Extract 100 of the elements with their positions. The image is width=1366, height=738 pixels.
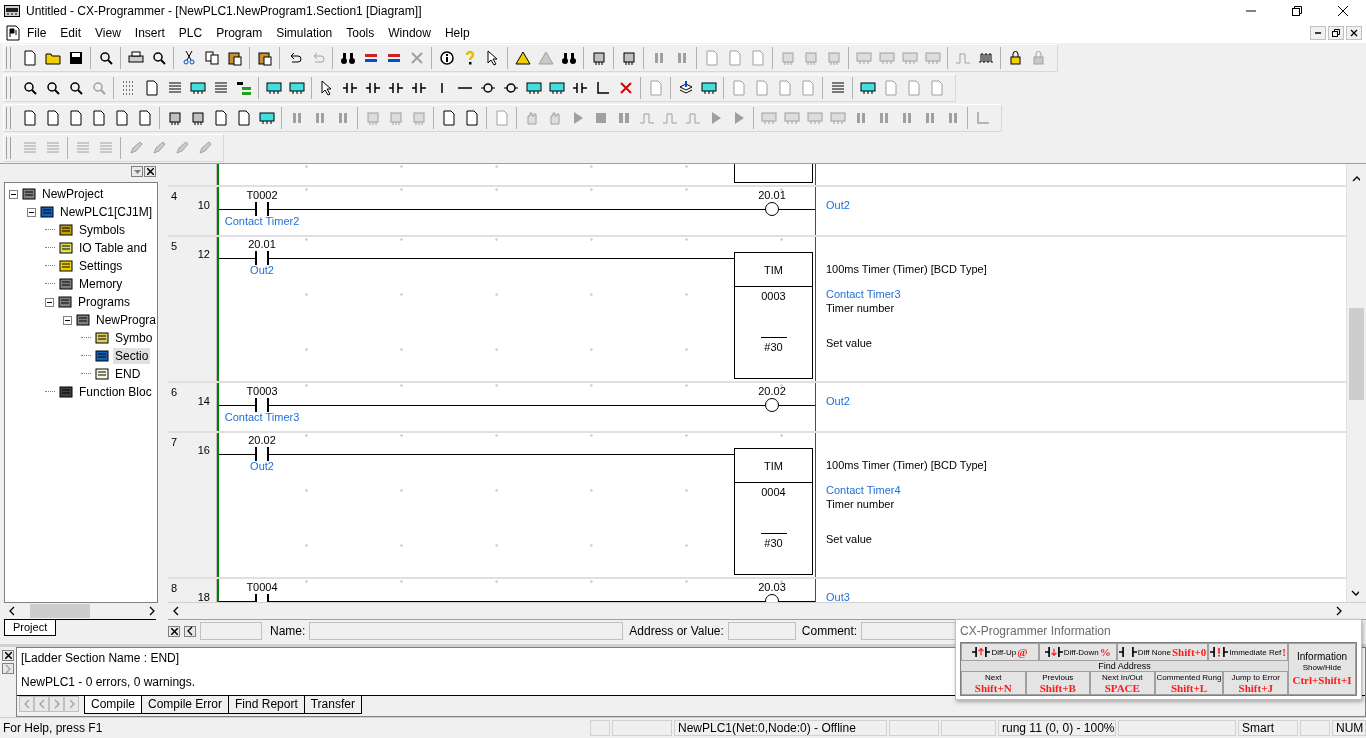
menu-item[interactable]: Simulation	[269, 23, 340, 42]
tab[interactable]: Project	[4, 620, 57, 636]
tree-node-icon	[39, 204, 55, 220]
shortcut-button[interactable]: Next In/Out SPACE	[1090, 671, 1155, 695]
tab[interactable]: Compile	[84, 696, 142, 714]
contact-icon	[1118, 646, 1137, 658]
menu-item[interactable]: Insert	[127, 23, 172, 42]
tree-item[interactable]: Settings	[77, 258, 125, 274]
chip-icon	[779, 50, 796, 66]
tab[interactable]: Find Report	[228, 696, 305, 714]
cross-icon	[617, 80, 634, 96]
shortcut-button[interactable]: Diff NoneShift+0	[1116, 643, 1209, 661]
address-field[interactable]	[727, 622, 796, 640]
chip-icon	[802, 50, 819, 66]
coil-symbol[interactable]	[765, 202, 779, 216]
status-pane	[889, 720, 939, 736]
page-icon	[440, 110, 457, 126]
coil-address: 20.03	[758, 581, 786, 593]
tree-item[interactable]: Memory	[77, 276, 125, 292]
coil-address: 20.02	[758, 385, 786, 397]
close-button[interactable]	[144, 166, 156, 177]
tree-item[interactable]: Sectio	[113, 348, 151, 364]
close-button[interactable]	[168, 625, 180, 637]
menu-item[interactable]: Tools	[339, 23, 382, 42]
set-value: #30	[763, 536, 784, 549]
tree-item[interactable]: NewProgra	[94, 312, 157, 328]
scrollbar-thumb[interactable]	[1349, 308, 1364, 400]
menu-item[interactable]: Program	[209, 23, 270, 42]
tree-item[interactable]: END	[113, 366, 143, 382]
timer-block[interactable]: TIM 0004 #30	[734, 448, 813, 575]
name-field[interactable]	[309, 622, 624, 640]
close-button[interactable]	[1346, 25, 1362, 40]
tree-item[interactable]: Symbols	[77, 222, 127, 238]
tree-item[interactable]: NewProject	[40, 186, 106, 202]
tab[interactable]: Compile Error	[141, 696, 230, 714]
close-button[interactable]	[2, 650, 14, 661]
menu-item[interactable]: Edit	[53, 23, 89, 42]
clip-icon	[256, 50, 273, 66]
menu-item[interactable]: File	[20, 23, 54, 42]
contact-icon	[571, 80, 588, 96]
rung-number: 7	[171, 436, 178, 448]
menu-item[interactable]: View	[88, 23, 128, 42]
chip-icon	[364, 110, 381, 126]
operand-comment: Contact Timer3	[826, 288, 901, 300]
rack-icon	[265, 80, 282, 96]
list-icon	[829, 80, 846, 96]
timer-block[interactable]: TIM 0003 #30	[734, 252, 813, 379]
shortcut-button[interactable]: Next Shift+N	[961, 671, 1026, 695]
tab[interactable]: Transfer	[303, 696, 362, 714]
shortcut-button[interactable]: Diff-Up@	[961, 643, 1039, 661]
menu-item[interactable]: Help	[437, 23, 477, 42]
minimize-icon	[1315, 31, 1321, 34]
collapse-toggle[interactable]	[45, 297, 54, 307]
coil-comment: Out2	[826, 199, 850, 211]
collapse-toggle[interactable]	[27, 207, 36, 217]
tree-node-icon	[75, 312, 91, 328]
operand-comment: Contact Timer4	[826, 484, 901, 496]
shortcut-button[interactable]: Previous Shift+B	[1025, 671, 1091, 695]
coil-comment: Out2	[826, 395, 850, 407]
page-icon	[90, 110, 107, 126]
scrollbar-thumb[interactable]	[30, 604, 90, 618]
page-icon	[21, 50, 38, 66]
contact-comment: Contact Timer2	[224, 215, 300, 227]
contact-icon	[1044, 646, 1063, 658]
info-button[interactable]: Information Show/Hide Ctrl+Shift+I	[1288, 643, 1356, 695]
scroll-left-button[interactable]	[184, 625, 196, 637]
contact-comment: Contact Timer3	[224, 411, 300, 423]
tree-item[interactable]: Symbo	[113, 330, 155, 346]
rung-number: 6	[171, 386, 178, 398]
tree-item[interactable]: IO Table and	[77, 240, 149, 256]
page-icon	[882, 80, 899, 96]
contact-address: 20.01	[248, 238, 276, 250]
input-field[interactable]	[200, 622, 262, 640]
minimize-button[interactable]	[1310, 25, 1326, 40]
collapse-toggle[interactable]	[63, 315, 72, 325]
shortcut-button[interactable]: Jump to Error Shift+J	[1223, 671, 1288, 695]
tree-item[interactable]: Function Bloc	[77, 384, 154, 400]
shortcut-button[interactable]: Diff-Down%	[1038, 643, 1117, 661]
shortcut-button[interactable]: Commented Rung Shift+L	[1154, 671, 1224, 695]
restore-button[interactable]	[1328, 25, 1344, 40]
step-icon	[661, 110, 678, 126]
operand-label: Timer number	[826, 302, 895, 314]
glass-icon	[21, 80, 38, 96]
tree-item[interactable]: Programs	[76, 294, 132, 310]
step-icon	[684, 110, 701, 126]
step-number: 16	[197, 444, 210, 456]
tree-item[interactable]: NewPLC1[CJ1M]	[58, 204, 155, 220]
tree-node-icon	[58, 240, 74, 256]
operand-label: Timer number	[826, 498, 895, 510]
menu-item[interactable]: Window	[381, 23, 438, 42]
menu-item[interactable]: PLC	[171, 23, 210, 42]
field-label: Name:	[270, 624, 306, 638]
lock-icon	[1030, 50, 1047, 66]
rung-number: 5	[171, 240, 178, 252]
collapse-toggle[interactable]	[9, 189, 18, 199]
info-icon	[438, 50, 455, 66]
close-icon	[1338, 6, 1348, 16]
shortcut-button[interactable]: Immediate Ref!	[1208, 643, 1288, 661]
corner-icon	[974, 110, 991, 126]
coil-symbol[interactable]	[765, 398, 779, 412]
